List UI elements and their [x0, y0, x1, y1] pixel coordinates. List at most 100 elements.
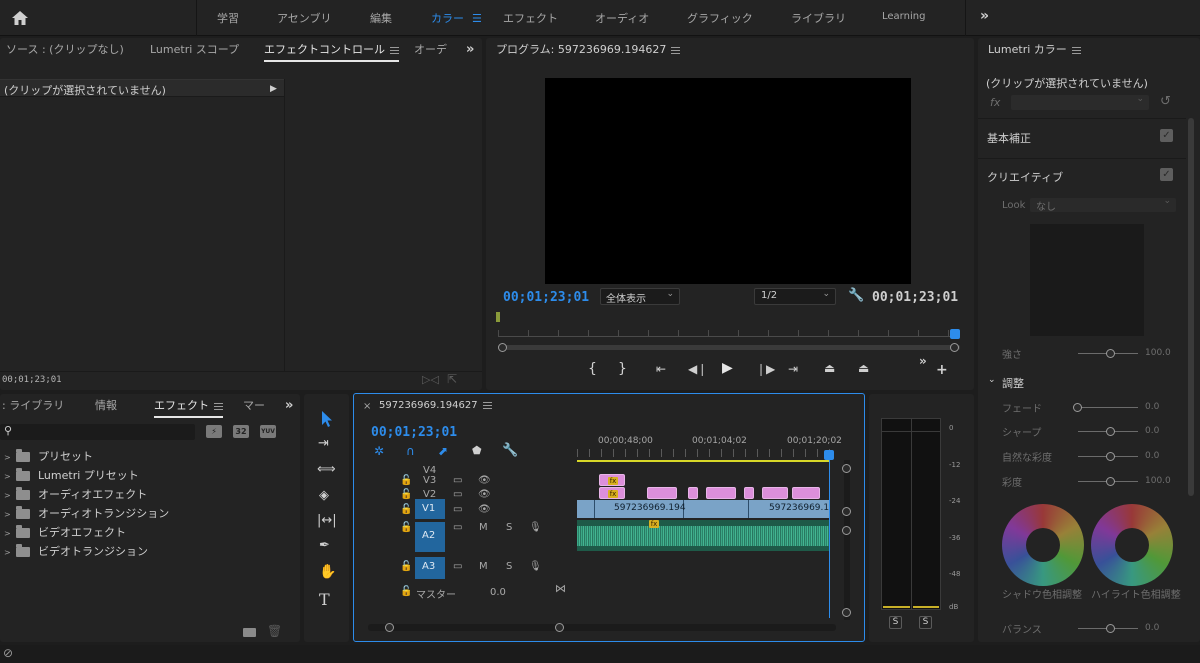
timeline-playhead-line[interactable]: [829, 458, 830, 618]
effects-search-input[interactable]: ⚲: [0, 424, 195, 440]
pen-tool-icon[interactable]: ✒: [319, 538, 330, 553]
scroll-handle[interactable]: [842, 464, 851, 473]
film-icon[interactable]: ▭: [453, 522, 462, 533]
yuv-effects-icon[interactable]: YUV: [260, 425, 276, 438]
microphone-icon[interactable]: 🎙: [529, 561, 542, 572]
panel-menu-icon[interactable]: [1071, 46, 1081, 54]
look-select[interactable]: なし ⌄: [1030, 196, 1176, 213]
lumetri-scrollbar[interactable]: [1188, 118, 1194, 496]
eye-icon[interactable]: 👁: [478, 489, 491, 500]
clip-v1[interactable]: 597236969.194: [594, 500, 686, 518]
intensity-value[interactable]: 100.0: [1145, 348, 1171, 358]
sharpen-value[interactable]: 0.0: [1145, 426, 1159, 436]
type-tool-icon[interactable]: T: [319, 590, 330, 609]
mute-button[interactable]: M: [479, 522, 488, 533]
film-icon[interactable]: ▭: [453, 489, 462, 500]
creative-enable-checkbox[interactable]: ✓: [1160, 168, 1173, 181]
mute-button[interactable]: M: [479, 561, 488, 572]
track-target-a3[interactable]: A3: [415, 557, 445, 579]
solo-button[interactable]: S: [506, 522, 512, 533]
lock-icon[interactable]: 🔓: [400, 475, 412, 486]
panel-overflow-icon[interactable]: »: [466, 42, 474, 57]
master-keyframe-icon[interactable]: ⋈: [555, 582, 566, 595]
scroll-handle-right[interactable]: [950, 343, 959, 352]
look-preview[interactable]: [1030, 224, 1144, 336]
play-icon[interactable]: ▶: [722, 360, 733, 376]
list-item[interactable]: > オーディオトランジション: [4, 505, 169, 521]
go-to-in-icon[interactable]: ⇤: [656, 362, 666, 376]
film-icon[interactable]: ▭: [453, 475, 462, 486]
tab-markers[interactable]: マー: [243, 394, 265, 418]
clip-v2[interactable]: [688, 487, 698, 499]
tab-lumetri-scopes[interactable]: Lumetri スコープ: [150, 38, 239, 62]
lock-icon[interactable]: 🔓: [400, 504, 412, 515]
export-icon[interactable]: ⇱: [447, 372, 457, 386]
sequence-tab[interactable]: 597236969.194627: [379, 400, 492, 411]
chevron-right-icon[interactable]: >: [4, 472, 16, 481]
fade-value[interactable]: 0.0: [1145, 402, 1159, 412]
tab-libraries[interactable]: : ライブラリ: [2, 394, 64, 418]
chevron-right-icon[interactable]: >: [4, 510, 16, 519]
adjust-header[interactable]: 調整: [1002, 375, 1024, 391]
balance-knob[interactable]: [1106, 624, 1115, 633]
32bit-effects-icon[interactable]: 32: [233, 425, 249, 438]
clip-v3[interactable]: fx: [599, 474, 625, 486]
basic-enable-checkbox[interactable]: ✓: [1160, 129, 1173, 142]
zoom-handle-left[interactable]: [385, 623, 394, 632]
vertical-scrollbar[interactable]: [844, 460, 850, 620]
scroll-handle[interactable]: [842, 507, 851, 516]
shadow-hue-wheel[interactable]: [1002, 504, 1084, 586]
track-select-tool-icon[interactable]: ⇥: [318, 436, 329, 451]
film-icon[interactable]: ▭: [453, 504, 462, 515]
workspace-graphics[interactable]: グラフィック: [687, 10, 753, 26]
step-back-icon[interactable]: ◀❘: [688, 362, 707, 376]
tab-source[interactable]: ソース : (クリップなし): [6, 38, 124, 62]
razor-tool-icon[interactable]: ◈: [319, 488, 329, 503]
panel-menu-icon[interactable]: [482, 401, 492, 409]
highlight-hue-wheel[interactable]: [1091, 504, 1173, 586]
resolution-select[interactable]: 1/2 ⌄: [754, 288, 836, 305]
film-icon[interactable]: ▭: [453, 561, 462, 572]
zoom-handle-right[interactable]: [555, 623, 564, 632]
eye-icon[interactable]: 👁: [478, 504, 491, 515]
master-volume[interactable]: 0.0: [490, 587, 506, 598]
accelerated-effects-icon[interactable]: ⚡: [206, 425, 222, 438]
workspace-learning-en[interactable]: Learning: [882, 11, 925, 22]
audio-clip-a2[interactable]: fx: [577, 520, 829, 551]
go-to-out-icon[interactable]: ⇥: [788, 362, 798, 376]
panel-menu-icon[interactable]: [214, 402, 223, 410]
solo-button[interactable]: S: [506, 561, 512, 572]
lock-icon[interactable]: 🔓: [400, 489, 412, 500]
basic-correction-section[interactable]: 基本補正: [987, 130, 1031, 146]
fade-knob[interactable]: [1073, 403, 1082, 412]
marker-icon[interactable]: ⬟: [472, 444, 482, 457]
solo-right-button[interactable]: S: [919, 616, 932, 629]
workspace-menu-icon[interactable]: ☰: [472, 12, 482, 25]
clip-v2[interactable]: [744, 487, 754, 499]
clip-v2[interactable]: [762, 487, 788, 499]
trash-icon[interactable]: 🗑: [267, 624, 282, 638]
ripple-edit-tool-icon[interactable]: ⟺: [317, 462, 336, 477]
selection-tool-icon[interactable]: [318, 410, 336, 428]
step-forward-icon[interactable]: ❘▶: [756, 362, 775, 376]
track-target-v1[interactable]: V1: [415, 499, 445, 519]
work-area-bar[interactable]: [577, 460, 830, 462]
panel-overflow-icon[interactable]: »: [285, 398, 293, 413]
snap-icon[interactable]: ∩: [406, 444, 415, 458]
clip-v2[interactable]: [647, 487, 677, 499]
program-monitor-title[interactable]: プログラム: 597236969.194627: [496, 38, 681, 62]
creative-section[interactable]: クリエイティブ: [987, 169, 1063, 185]
home-icon[interactable]: [11, 9, 29, 27]
microphone-icon[interactable]: 🎙: [529, 522, 542, 533]
clip-v2[interactable]: [792, 487, 820, 499]
background-render-icon[interactable]: ⊘: [3, 646, 13, 660]
clip-v2[interactable]: fx: [599, 487, 625, 499]
workspace-color[interactable]: カラー ☰: [431, 10, 482, 26]
chevron-down-icon[interactable]: ⌄: [988, 375, 996, 385]
fade-slider[interactable]: [1078, 407, 1138, 408]
tab-effect-controls[interactable]: エフェクトコントロール: [264, 38, 399, 62]
more-workspaces-icon[interactable]: »: [980, 8, 989, 24]
lumetri-title[interactable]: Lumetri カラー: [988, 38, 1081, 62]
clip-v2[interactable]: [706, 487, 736, 499]
scroll-handle[interactable]: [842, 526, 851, 535]
